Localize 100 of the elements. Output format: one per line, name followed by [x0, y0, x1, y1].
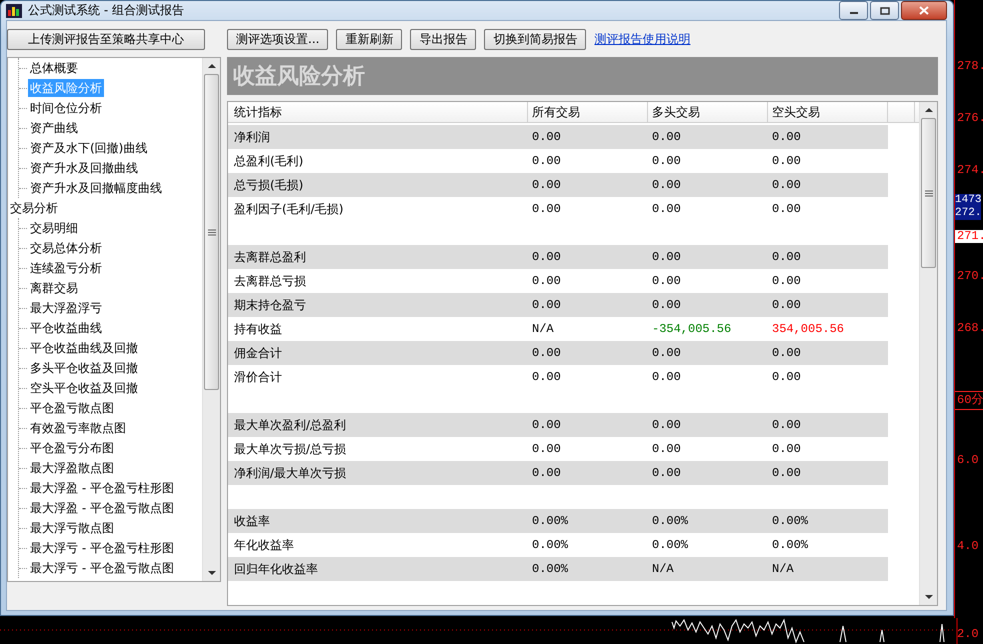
tree-item[interactable]: 平仓盈亏散点图 [28, 399, 116, 417]
metric-label: 总亏损(毛损) [233, 176, 304, 194]
table-cell-text: 0.00 [531, 466, 562, 480]
tree-item[interactable]: 资产曲线 [28, 119, 80, 137]
table-cell-text: 0.00 [771, 298, 802, 312]
table-cell-text: N/A [531, 322, 555, 336]
table-cell-text: 0.00 [651, 130, 682, 144]
scrollbar[interactable] [919, 102, 938, 605]
metric-label: 期末持仓盈亏 [233, 296, 307, 314]
column-header[interactable]: 空头交易 [768, 102, 888, 122]
scrollbar-thumb[interactable] [921, 118, 936, 268]
scrollbar[interactable] [202, 58, 220, 581]
upload-button[interactable]: 上传测评报告至策略共享中心 [7, 28, 205, 50]
tree-item[interactable]: 交易分析 [8, 199, 60, 217]
table-cell-text: 0.00 [771, 442, 802, 456]
table-cell-text: 0.00 [771, 178, 802, 192]
tree-item[interactable]: 连续盈亏分析 [28, 259, 104, 277]
metric-label: 去离群总盈利 [233, 248, 307, 266]
table-cell-text: 0.00 [651, 346, 682, 360]
axis-label: 2.0 [957, 628, 979, 641]
table-cell-text: 0.00% [771, 514, 810, 528]
toolbar-button[interactable]: 重新刷新 [336, 28, 402, 50]
axis-label: 272. [955, 207, 982, 220]
scrollbar-thumb[interactable] [204, 74, 219, 390]
table-cell-text: 0.00 [651, 298, 682, 312]
restore-icon [880, 6, 890, 14]
axis-label: 278. [957, 60, 983, 73]
section-title: 收益风险分析 [233, 63, 365, 91]
table-cell-text: 0.00 [651, 370, 682, 384]
table-cell-text: 0.00 [771, 130, 802, 144]
table-cell-text: 0.00 [531, 274, 562, 288]
axis-label: 268. [957, 322, 983, 335]
tree-item[interactable]: 时间仓位分析 [28, 99, 104, 117]
table-cell-text: 0.00 [531, 202, 562, 216]
table-cell-text: 0.00% [531, 538, 570, 552]
table-cell-text: 0.00% [531, 514, 570, 528]
tree-item[interactable]: 离群交易 [28, 279, 80, 297]
metric-label: 收益率 [233, 512, 271, 530]
axis-label: 4.0 [957, 540, 979, 553]
metric-label: 净利润/最大单次亏损 [233, 464, 348, 482]
tree-item[interactable]: 平仓收益曲线及回撤 [28, 339, 140, 357]
metric-label: 最大单次盈利/总盈利 [233, 416, 348, 434]
table-cell-text: 0.00 [531, 442, 562, 456]
column-header[interactable]: 多头交易 [648, 102, 768, 122]
metric-label: 持有收益 [233, 320, 283, 338]
tree-item[interactable]: 有效盈亏率散点图 [28, 419, 128, 437]
tree-item[interactable]: 最大浮盈散点图 [28, 459, 116, 477]
table-cell-text: 0.00 [771, 202, 802, 216]
table-cell-text: 0.00 [771, 418, 802, 432]
metric-label: 滑价合计 [233, 368, 283, 386]
tree-item[interactable]: 最大浮亏散点图 [28, 519, 116, 537]
chart-icon [6, 4, 22, 18]
table-cell-text: 0.00 [531, 418, 562, 432]
column-header[interactable]: 统计指标 [228, 102, 528, 122]
table-cell-text: 0.00 [771, 370, 802, 384]
tree-item[interactable]: 最大浮亏 - 平仓盈亏散点图 [28, 559, 176, 577]
table-cell-text: 0.00 [531, 130, 562, 144]
tree-item[interactable]: 多头平仓收益及回撤 [28, 359, 140, 377]
table-cell-text: 0.00 [771, 466, 802, 480]
tree-item[interactable]: 最大浮盈 - 平仓盈亏柱形图 [28, 479, 176, 497]
axis-label: 60分 [955, 391, 983, 410]
toolbar-button[interactable]: 导出报告 [410, 28, 476, 50]
table-cell-text: 0.00 [651, 442, 682, 456]
table-cell-text: 0.00 [651, 466, 682, 480]
toolbar-button[interactable]: 切换到简易报告 [484, 28, 586, 50]
table-cell-text: 0.00 [531, 370, 562, 384]
close-button[interactable] [901, 1, 948, 20]
metric-label: 总盈利(毛利) [233, 152, 304, 170]
table-cell-text: 0.00% [531, 562, 570, 576]
minimize-button[interactable] [839, 1, 868, 20]
table-cell-text: 0.00 [651, 154, 682, 168]
metric-label: 净利润 [233, 128, 271, 146]
tree-item[interactable]: 资产升水及回撤幅度曲线 [28, 179, 164, 197]
tree-item[interactable]: 最大浮亏 - 平仓盈亏柱形图 [28, 539, 176, 557]
maximize-button[interactable] [870, 1, 900, 20]
axis-label: 6.0 [957, 454, 979, 467]
axis-label: 270. [957, 270, 983, 283]
tree-item[interactable]: 总体概要 [28, 59, 80, 77]
tree-item[interactable]: 交易明细 [28, 219, 80, 237]
tree-item[interactable]: 资产及水下(回撤)曲线 [28, 139, 150, 157]
tree-item[interactable]: 平仓收益曲线 [28, 319, 104, 337]
tree-item[interactable]: 平仓盈亏分布图 [28, 439, 116, 457]
tree-item[interactable]: 资产升水及回撤曲线 [28, 159, 140, 177]
table-cell-text: 0.00% [651, 538, 690, 552]
tree-item[interactable]: 空头平仓收益及回撤 [28, 379, 140, 397]
help-link[interactable]: 测评报告使用说明 [594, 30, 690, 48]
tree-item[interactable]: 交易总体分析 [28, 239, 104, 257]
metric-label: 最大单次亏损/总亏损 [233, 440, 348, 458]
table-cell-text: 354,005.56 [771, 322, 846, 336]
window-title: 公式测试系统 - 组合测试报告 [28, 2, 184, 19]
toolbar-button[interactable]: 测评选项设置... [227, 28, 328, 50]
metric-label: 佣金合计 [233, 344, 283, 362]
grip-icon [924, 190, 933, 196]
column-header[interactable]: 所有交易 [528, 102, 648, 122]
table-cell-text: 0.00 [531, 154, 562, 168]
tree-item[interactable]: 最大浮盈 - 平仓盈亏散点图 [28, 499, 176, 517]
tree-item[interactable]: 最大浮盈浮亏 [28, 299, 104, 317]
axis-label: 276. [957, 112, 983, 125]
metric-label: 盈利因子(毛利/毛损) [233, 200, 344, 218]
table-cell-text: 0.00 [651, 202, 682, 216]
